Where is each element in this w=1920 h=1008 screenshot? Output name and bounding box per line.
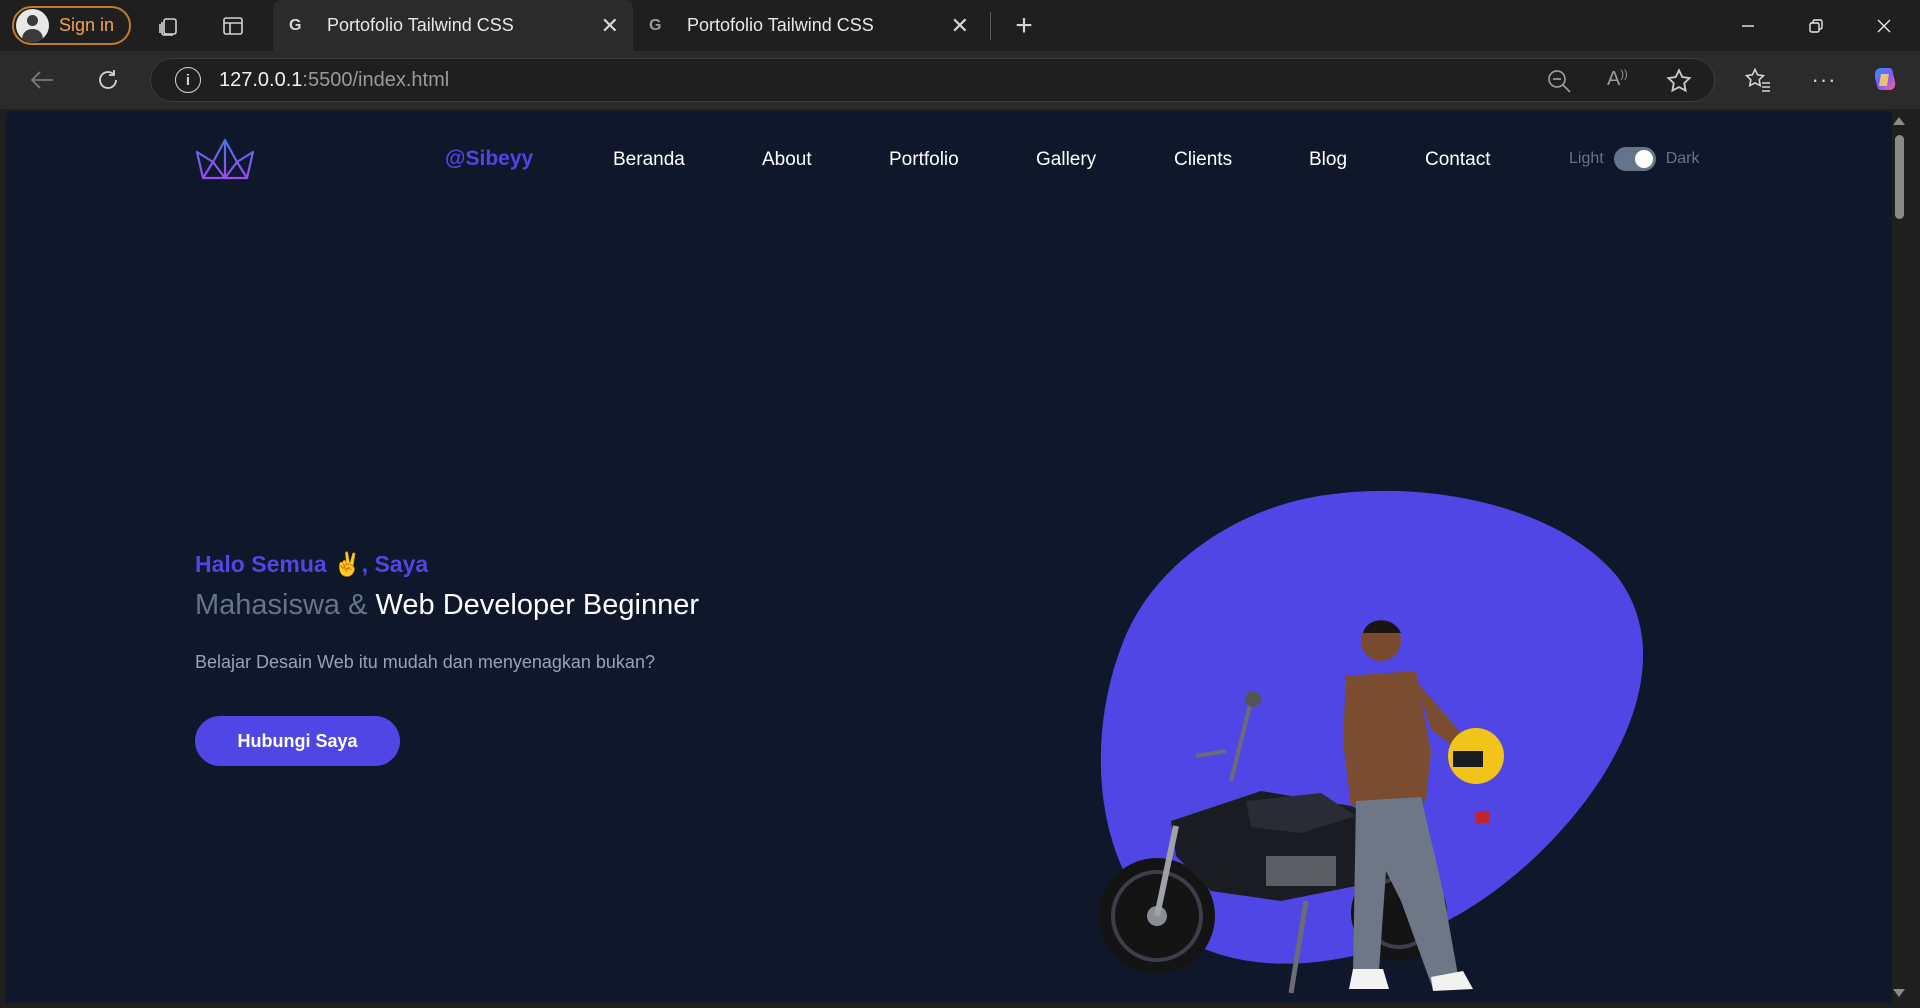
nav-link-about[interactable]: About (762, 149, 812, 171)
crown-logo-icon[interactable] (194, 136, 256, 182)
tab-favicon-icon: G (289, 16, 302, 34)
switch-knob (1634, 150, 1653, 168)
toggle-dark-label: Dark (1665, 150, 1700, 167)
sign-in-label: Sign in (59, 15, 115, 35)
read-aloud-icon[interactable]: A)) (1607, 68, 1628, 91)
page-viewport: @Sibeyy Beranda About Portfolio Gallery … (6, 111, 1893, 1003)
nav-link-blog[interactable]: Blog (1309, 149, 1347, 171)
scroll-down-icon[interactable] (1893, 989, 1905, 997)
role-prefix: Mahasiswa & (195, 589, 368, 621)
contact-me-button[interactable]: Hubungi Saya (195, 716, 400, 766)
browser-tab-bar: Sign in G Portofolio Tailwind CSS ✕ G Po… (0, 0, 1920, 51)
scroll-thumb[interactable] (1895, 135, 1904, 219)
tab-active[interactable]: G Portofolio Tailwind CSS ✕ (273, 0, 633, 51)
more-icon[interactable]: ··· (1808, 65, 1840, 95)
role-main: Web Developer Beginner (375, 589, 700, 621)
nav-link-clients[interactable]: Clients (1174, 149, 1232, 171)
nav-link-gallery[interactable]: Gallery (1036, 149, 1096, 171)
url-host: 127.0.0.1 (219, 68, 303, 91)
url-text[interactable]: 127.0.0.1:5500/index.html (219, 69, 449, 92)
close-tab-icon[interactable]: ✕ (601, 13, 619, 39)
address-toolbar: i 127.0.0.1:5500/index.html A)) ··· (0, 51, 1920, 109)
workspaces-icon[interactable] (154, 12, 184, 40)
nav-link-portfolio[interactable]: Portfolio (889, 149, 959, 171)
tab-favicon-icon: G (649, 16, 662, 34)
nav-link-beranda[interactable]: Beranda (613, 149, 685, 171)
tab-divider (990, 12, 991, 40)
address-bar[interactable]: i 127.0.0.1:5500/index.html A)) (150, 58, 1715, 102)
dark-mode-switch[interactable] (1613, 147, 1656, 171)
new-tab-icon[interactable]: + (1008, 9, 1040, 42)
nav-link-contact[interactable]: Contact (1425, 149, 1490, 171)
tab-inactive[interactable]: G Portofolio Tailwind CSS ✕ (633, 0, 983, 51)
tab-title: Portofolio Tailwind CSS (687, 15, 874, 35)
url-path: :5500/index.html (302, 68, 450, 91)
brand-link[interactable]: @Sibeyy (445, 147, 533, 171)
page-scrollbar[interactable] (1892, 111, 1906, 1003)
scroll-up-icon[interactable] (1893, 117, 1905, 125)
copilot-icon[interactable] (1868, 63, 1902, 97)
refresh-icon[interactable] (92, 65, 124, 95)
tab-actions-icon[interactable] (218, 12, 248, 40)
sign-in-button[interactable]: Sign in (12, 6, 131, 45)
site-info-icon[interactable]: i (175, 67, 201, 93)
toggle-light-label: Light (1569, 150, 1604, 167)
site-navbar: @Sibeyy Beranda About Portfolio Gallery … (6, 111, 1893, 201)
minimize-icon[interactable] (1714, 0, 1782, 51)
close-window-icon[interactable] (1850, 0, 1918, 51)
hero-greeting: Halo Semua ✌️, Saya (195, 551, 429, 577)
hero-role: Mahasiswa & Web Developer Beginner (195, 589, 699, 622)
back-icon[interactable] (26, 65, 58, 95)
hero-tagline: Belajar Desain Web itu mudah dan menyena… (195, 652, 655, 672)
close-tab-icon[interactable]: ✕ (951, 13, 969, 39)
profile-avatar-icon (16, 9, 49, 42)
theme-toggle: Light Dark (1569, 147, 1699, 171)
zoom-out-icon[interactable] (1546, 68, 1572, 99)
hero-person-motorcycle-photo (1099, 620, 1504, 994)
favorite-star-icon[interactable] (1665, 67, 1693, 100)
restore-icon[interactable] (1782, 0, 1850, 51)
tab-title: Portofolio Tailwind CSS (327, 15, 514, 35)
favorites-icon[interactable] (1742, 65, 1774, 95)
